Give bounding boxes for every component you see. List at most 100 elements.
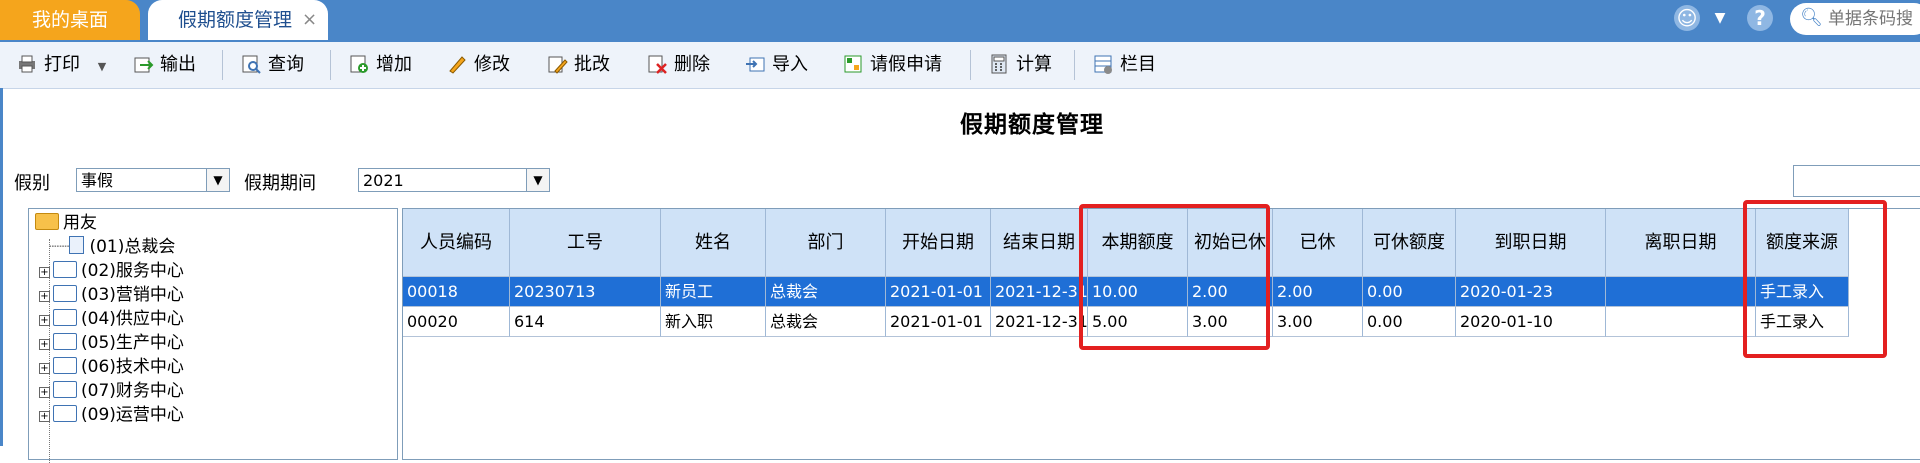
calculate-button[interactable]: 计算 — [988, 50, 1052, 80]
expand-icon[interactable]: + — [39, 291, 50, 302]
page-title: 假期额度管理 — [960, 112, 1104, 138]
column-header[interactable]: 姓名 — [661, 209, 766, 277]
columns-icon — [1094, 55, 1112, 74]
highlight-box-quota-columns — [1079, 204, 1270, 350]
document-icon — [69, 236, 85, 254]
calculator-icon — [991, 54, 1007, 74]
tab-my-desktop[interactable]: 我的桌面 — [0, 0, 140, 40]
batch-modify-button[interactable]: 批改 — [546, 50, 610, 80]
smiley-icon[interactable]: ☺ — [1674, 5, 1700, 31]
expand-icon[interactable]: + — [39, 411, 50, 422]
batch-edit-icon — [548, 56, 568, 74]
folder-icon — [53, 357, 77, 374]
leave-type-value: 事假 — [81, 171, 114, 190]
tree-root[interactable]: 用友 — [35, 211, 97, 235]
expand-icon[interactable]: + — [39, 339, 50, 350]
period-value: 2021 — [363, 171, 404, 190]
cell-end-date[interactable]: 2021-12-31 — [991, 307, 1088, 337]
folder-icon — [53, 309, 77, 326]
column-header[interactable]: 可休额度 — [1363, 209, 1456, 277]
delete-button[interactable]: 删除 — [646, 50, 710, 80]
cell-name[interactable]: 新员工 — [661, 277, 766, 307]
export-icon — [134, 57, 154, 73]
leave-type-select[interactable]: 事假 ▼ — [76, 168, 230, 192]
cell-name[interactable]: 新入职 — [661, 307, 766, 337]
dropdown-arrow-icon[interactable]: ▼ — [526, 169, 549, 191]
cell-start-date[interactable]: 2021-01-01 — [886, 307, 991, 337]
column-header[interactable]: 到职日期 — [1456, 209, 1606, 277]
column-header[interactable]: 工号 — [510, 209, 661, 277]
tree-node[interactable]: + (04)供应中心 — [39, 307, 184, 331]
cell-leave-date[interactable] — [1606, 277, 1756, 307]
columns-button[interactable]: 栏目 — [1092, 50, 1156, 80]
tree-node[interactable]: + (07)财务中心 — [39, 379, 184, 403]
cell-hire-date[interactable]: 2020-01-10 — [1456, 307, 1606, 337]
folder-icon — [53, 381, 77, 398]
folder-icon — [53, 285, 77, 302]
printer-icon — [19, 55, 35, 73]
pencil-icon — [449, 56, 466, 74]
search-box[interactable]: 🔍︎ — [1790, 3, 1920, 35]
tree-node[interactable]: + (05)生产中心 — [39, 331, 184, 355]
highlight-box-source-column — [1743, 200, 1887, 358]
add-icon — [350, 55, 368, 73]
toolbar-separator — [330, 50, 331, 80]
tree-connector-icon: ┈┈ — [49, 237, 70, 257]
tree-node[interactable]: + (06)技术中心 — [39, 355, 184, 379]
tree-node[interactable]: + (02)服务中心 — [39, 259, 184, 283]
leave-request-button[interactable]: 请假申请 — [842, 50, 942, 80]
tree-node[interactable]: + (09)运营中心 — [39, 403, 184, 427]
expand-icon[interactable]: + — [39, 267, 50, 278]
cell-employee-code[interactable]: 00020 — [403, 307, 510, 337]
import-button[interactable]: 导入 — [744, 50, 808, 80]
chevron-down-icon[interactable]: ▼ — [98, 60, 106, 73]
expand-icon[interactable]: + — [39, 315, 50, 326]
tree-node[interactable]: ┈┈ (01)总裁会 — [49, 235, 175, 259]
cell-hire-date[interactable]: 2020-01-23 — [1456, 277, 1606, 307]
expand-icon[interactable]: + — [39, 387, 50, 398]
column-header[interactable]: 部门 — [766, 209, 886, 277]
cell-available[interactable]: 0.00 — [1363, 307, 1456, 337]
period-select[interactable]: 2021 ▼ — [358, 168, 550, 192]
column-header[interactable]: 结束日期 — [991, 209, 1088, 277]
dropdown-arrow-icon[interactable]: ▼ — [206, 169, 229, 191]
cell-department[interactable]: 总裁会 — [766, 277, 886, 307]
print-button[interactable]: 打印 ▼ — [16, 50, 106, 80]
tab-leave-quota[interactable]: 假期额度管理 × — [148, 0, 328, 40]
folder-icon — [53, 261, 77, 278]
folder-icon — [53, 333, 77, 350]
toolbar-separator — [970, 50, 971, 80]
export-button[interactable]: 输出 — [132, 50, 196, 80]
toolbar-separator — [222, 50, 223, 80]
toolbar: 打印 ▼ 输出 查询 增加 修改 批改 删除 导入 请假申请 计算 栏目 — [0, 42, 1920, 89]
barcode-search-input[interactable] — [1826, 7, 1920, 31]
cell-department[interactable]: 总裁会 — [766, 307, 886, 337]
column-header[interactable]: 离职日期 — [1606, 209, 1756, 277]
close-icon[interactable]: × — [302, 0, 317, 40]
leave-type-label: 假别 — [14, 173, 50, 194]
column-header[interactable]: 人员编码 — [403, 209, 510, 277]
cell-available[interactable]: 0.00 — [1363, 277, 1456, 307]
department-tree: 用友 ┈┈ (01)总裁会 + (02)服务中心 + (03)营销中心 + (04)供应… — [28, 208, 398, 463]
cell-employee-code[interactable]: 00018 — [403, 277, 510, 307]
cell-taken[interactable]: 3.00 — [1273, 307, 1363, 337]
column-header[interactable]: 已休 — [1273, 209, 1363, 277]
column-header[interactable]: 开始日期 — [886, 209, 991, 277]
modify-button[interactable]: 修改 — [446, 50, 510, 80]
cell-taken[interactable]: 2.00 — [1273, 277, 1363, 307]
cell-job-number[interactable]: 614 — [510, 307, 661, 337]
cell-start-date[interactable]: 2021-01-01 — [886, 277, 991, 307]
chevron-down-icon[interactable]: ▼ — [1707, 5, 1733, 31]
cell-job-number[interactable]: 20230713 — [510, 277, 661, 307]
help-icon[interactable]: ? — [1747, 5, 1773, 31]
query-button[interactable]: 查询 — [240, 50, 304, 80]
leave-request-icon — [844, 55, 862, 73]
tree-node[interactable]: + (03)营销中心 — [39, 283, 184, 307]
add-button[interactable]: 增加 — [348, 50, 412, 80]
cell-leave-date[interactable] — [1606, 307, 1756, 337]
query-icon — [242, 55, 261, 74]
expand-icon[interactable]: + — [39, 363, 50, 374]
right-filter-input[interactable] — [1793, 165, 1920, 197]
delete-icon — [648, 55, 667, 74]
cell-end-date[interactable]: 2021-12-31 — [991, 277, 1088, 307]
